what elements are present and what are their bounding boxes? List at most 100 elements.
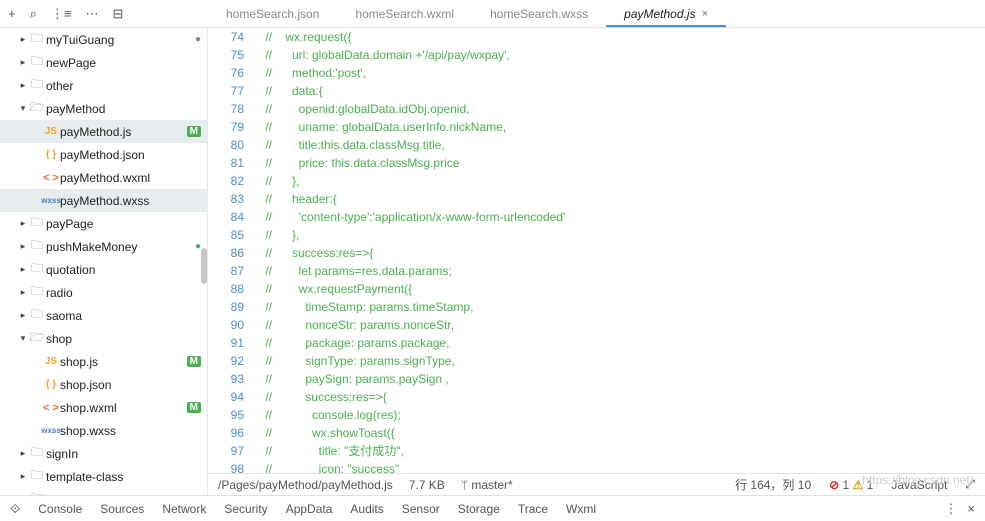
code-area[interactable]: // wx.request({ // url: globalData.domai… [252, 28, 985, 473]
line-number: 95 [208, 406, 244, 424]
fold-icon: 🗀 [28, 466, 46, 487]
tree-pushMakeMoney[interactable]: ▸🗀pushMakeMoney● [0, 235, 207, 258]
tree-payMethod-js[interactable]: JSpayMethod.jsM [0, 120, 207, 143]
comment-text: // icon: "success" [252, 462, 399, 473]
tree-label: payMethod.wxss [60, 194, 201, 208]
tree-signIn[interactable]: ▸🗀signIn [0, 442, 207, 465]
add-icon[interactable]: + [8, 6, 16, 21]
tree-label: template-class [46, 470, 201, 484]
comment-text: // timeStamp: params.timeStamp, [252, 300, 473, 314]
line-number: 84 [208, 208, 244, 226]
close-tab-icon[interactable]: × [702, 8, 708, 20]
devtab-security[interactable]: Security [224, 502, 267, 516]
fold-open-icon: 🗁 [28, 98, 46, 119]
expand-arrow[interactable]: ▸ [18, 80, 28, 91]
comment-text: // method:'post', [252, 66, 366, 80]
expand-arrow[interactable]: ▸ [18, 494, 28, 495]
tree-shop-wxss[interactable]: wxssshop.wxss [0, 419, 207, 442]
line-number: 97 [208, 442, 244, 460]
tree-other[interactable]: ▸🗀other [0, 74, 207, 97]
tab-homeSearch-wxml[interactable]: homeSearch.wxml [337, 0, 472, 27]
tree-payMethod-wxml[interactable]: < >payMethod.wxml [0, 166, 207, 189]
tab-homeSearch-wxss[interactable]: homeSearch.wxss [472, 0, 606, 27]
comment-text: // package: params.package, [252, 336, 449, 350]
tree-label: quotation [46, 263, 201, 277]
expand-arrow[interactable]: ▸ [18, 310, 28, 321]
expand-arrow[interactable]: ▾ [18, 103, 28, 114]
code-editor[interactable]: 7475767778798081828384858687888990919293… [208, 28, 985, 473]
expand-arrow[interactable]: ▸ [18, 241, 28, 252]
fold-icon: 🗀 [28, 259, 46, 280]
tree-template-class[interactable]: ▸🗀template-class [0, 465, 207, 488]
fold-icon: 🗀 [28, 489, 46, 495]
expand-arrow[interactable]: ▸ [18, 57, 28, 68]
expand-arrow[interactable]: ▸ [18, 448, 28, 459]
tab-homeSearch-json[interactable]: homeSearch.json [208, 0, 337, 27]
comment-text: // 'content-type':'application/x-www-for… [252, 210, 565, 224]
comment-text: // title: "支付成功", [252, 444, 404, 458]
fold-icon: 🗀 [28, 213, 46, 234]
expand-arrow[interactable]: ▸ [18, 287, 28, 298]
tree-saoma[interactable]: ▸🗀saoma [0, 304, 207, 327]
tree-label: shop.json [60, 378, 201, 392]
line-number: 87 [208, 262, 244, 280]
expand-icon[interactable]: ⤢ [965, 477, 975, 492]
file-tree[interactable]: ▸🗀myTuiGuang●▸🗀newPage▸🗀other▾🗁payMethod… [0, 28, 208, 495]
search-icon[interactable]: ⌕ [30, 6, 37, 22]
status-size: 7.7 KB [409, 478, 445, 492]
comment-text: // let params=res.data.params; [252, 264, 452, 278]
tree-template-navHead[interactable]: ▸🗀template-navHead [0, 488, 207, 495]
line-number: 85 [208, 226, 244, 244]
tree-radio[interactable]: ▸🗀radio [0, 281, 207, 304]
inspect-icon[interactable]: ⟐ [10, 501, 20, 517]
wxss-icon: wxss [42, 196, 60, 205]
tree-shop[interactable]: ▾🗁shop [0, 327, 207, 350]
tree-payMethod-json[interactable]: { }payMethod.json [0, 143, 207, 166]
expand-arrow[interactable]: ▸ [18, 34, 28, 45]
json-icon: { } [42, 149, 60, 160]
editor-pane: 7475767778798081828384858687888990919293… [208, 28, 985, 495]
devtab-wxml[interactable]: Wxml [566, 502, 596, 516]
toggle-tree-icon[interactable]: ⊟ [112, 6, 123, 22]
status-branch[interactable]: ᛘ master* [461, 478, 513, 492]
devtab-sources[interactable]: Sources [100, 502, 144, 516]
tree-myTuiGuang[interactable]: ▸🗀myTuiGuang● [0, 28, 207, 51]
devtab-storage[interactable]: Storage [458, 502, 500, 516]
expand-arrow[interactable]: ▸ [18, 264, 28, 275]
more-icon[interactable]: ⋯ [85, 6, 98, 22]
expand-arrow[interactable]: ▸ [18, 471, 28, 482]
devtab-sensor[interactable]: Sensor [402, 502, 440, 516]
tree-label: saoma [46, 309, 201, 323]
tree-shop-wxml[interactable]: < >shop.wxmlM [0, 396, 207, 419]
devtab-audits[interactable]: Audits [350, 502, 383, 516]
tree-payPage[interactable]: ▸🗀payPage [0, 212, 207, 235]
tree-label: shop.js [60, 355, 187, 369]
tree-label: payMethod.js [60, 125, 187, 139]
tree-shop-json[interactable]: { }shop.json [0, 373, 207, 396]
devtab-network[interactable]: Network [162, 502, 206, 516]
comment-text: // url: globalData.domain +'/api/pay/wxp… [252, 48, 510, 62]
line-number: 94 [208, 388, 244, 406]
tab-payMethod-js[interactable]: payMethod.js× [606, 0, 726, 27]
tree-shop-js[interactable]: JSshop.jsM [0, 350, 207, 373]
tree-payMethod[interactable]: ▾🗁payMethod [0, 97, 207, 120]
status-cursor: 行 164，列 10 [735, 476, 811, 493]
line-number: 83 [208, 190, 244, 208]
scrollbar-thumb[interactable] [201, 248, 207, 284]
expand-arrow[interactable]: ▾ [18, 333, 28, 344]
devtools-more-icon[interactable]: ⋮ [944, 501, 957, 517]
tree-newPage[interactable]: ▸🗀newPage [0, 51, 207, 74]
devtab-console[interactable]: Console [38, 502, 82, 516]
status-problems[interactable]: ⊘ 1 ⚠ 1 [829, 478, 873, 492]
expand-arrow[interactable]: ▸ [18, 218, 28, 229]
status-lang[interactable]: JavaScript [891, 478, 947, 492]
devtools-close-icon[interactable]: × [967, 501, 975, 517]
devtab-appdata[interactable]: AppData [286, 502, 333, 516]
line-number: 75 [208, 46, 244, 64]
outline-icon[interactable]: ⋮≡ [51, 6, 72, 22]
tree-label: template-navHead [46, 493, 201, 496]
tree-payMethod-wxss[interactable]: wxsspayMethod.wxss [0, 189, 207, 212]
line-number: 79 [208, 118, 244, 136]
tree-quotation[interactable]: ▸🗀quotation [0, 258, 207, 281]
devtab-trace[interactable]: Trace [518, 502, 548, 516]
